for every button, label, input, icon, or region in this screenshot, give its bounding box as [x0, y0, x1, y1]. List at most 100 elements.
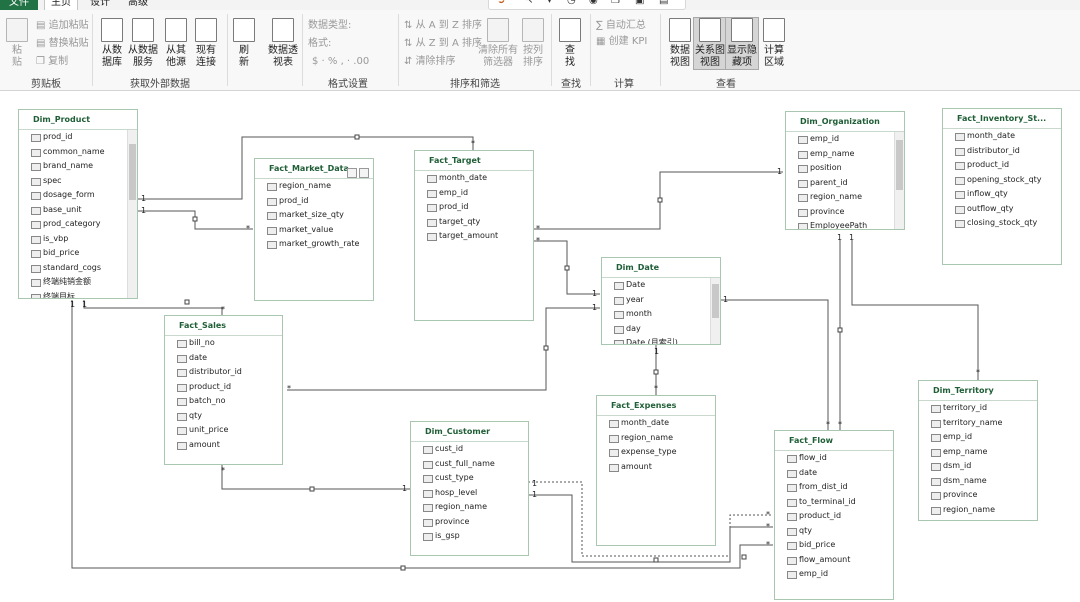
- from-database-button[interactable]: 从数 据库: [96, 18, 128, 69]
- scrollbar-thumb[interactable]: [129, 144, 136, 200]
- field[interactable]: emp_id: [786, 132, 904, 147]
- tab-design[interactable]: 设计: [90, 0, 120, 10]
- field[interactable]: qty: [775, 524, 893, 539]
- table-dim-date[interactable]: Dim_Date Date year month day Date (月索引): [601, 257, 721, 345]
- field[interactable]: flow_amount: [775, 553, 893, 568]
- paste-button[interactable]: 粘 贴: [2, 18, 32, 69]
- refresh-button[interactable]: 刷 新: [228, 18, 260, 69]
- field[interactable]: amount: [165, 438, 282, 453]
- copy-icon[interactable]: ❐: [611, 0, 620, 7]
- field[interactable]: from_dist_id: [775, 480, 893, 495]
- field[interactable]: month_date: [943, 129, 1061, 144]
- field[interactable]: day: [602, 322, 720, 337]
- field[interactable]: is_vbp: [19, 232, 137, 247]
- field[interactable]: standard_cogs: [19, 261, 137, 276]
- field[interactable]: bid_price: [775, 538, 893, 553]
- diagram-view-button[interactable]: 关系图 视图: [693, 17, 727, 70]
- field[interactable]: qty: [165, 409, 282, 424]
- field[interactable]: prod_category: [19, 217, 137, 232]
- field[interactable]: bill_no: [165, 336, 282, 351]
- field[interactable]: cust_id: [411, 442, 528, 457]
- table-fact-sales[interactable]: Fact_Sales bill_no date distributor_id p…: [164, 315, 283, 465]
- field[interactable]: emp_name: [919, 445, 1037, 460]
- field[interactable]: outflow_qty: [943, 202, 1061, 217]
- field[interactable]: market_growth_rate: [255, 237, 373, 252]
- field[interactable]: to_terminal_id: [775, 495, 893, 510]
- field[interactable]: distributor_id: [165, 365, 282, 380]
- field[interactable]: emp_id: [919, 430, 1037, 445]
- field[interactable]: 终端纯销金额: [19, 275, 137, 290]
- field[interactable]: dsm_id: [919, 459, 1037, 474]
- field[interactable]: month: [602, 307, 720, 322]
- table-dim-customer[interactable]: Dim_Customer cust_id cust_full_name cust…: [410, 421, 529, 556]
- field[interactable]: region_name: [255, 179, 373, 194]
- clear-sort-button[interactable]: ⇵ 清除排序: [404, 56, 456, 68]
- table-dim-product[interactable]: Dim_Product prod_id common_name brand_na…: [18, 109, 138, 299]
- field[interactable]: unit_price: [165, 423, 282, 438]
- clear-filters-button[interactable]: 清除所有 筛选器: [478, 18, 518, 69]
- pivot-table-button[interactable]: 数据透 视表: [266, 18, 300, 69]
- replace-paste-button[interactable]: ▤ 替换粘贴: [36, 38, 89, 50]
- field[interactable]: emp_name: [786, 147, 904, 162]
- number-format-buttons[interactable]: $ · % , ‧ .00: [312, 56, 369, 68]
- tab-file[interactable]: 文件: [0, 0, 38, 10]
- field[interactable]: prod_id: [415, 200, 533, 215]
- calc-area-button[interactable]: 计算 区域: [758, 18, 790, 69]
- table-fact-expenses[interactable]: Fact_Expenses month_date region_name exp…: [596, 395, 716, 546]
- sort-za-button[interactable]: ⇅ 从 Z 到 A 排序: [404, 38, 482, 50]
- existing-connections-button[interactable]: 现有 连接: [190, 18, 222, 69]
- field[interactable]: month_date: [415, 171, 533, 186]
- field[interactable]: territory_name: [919, 416, 1037, 431]
- field[interactable]: month_date: [597, 416, 715, 431]
- field[interactable]: Date (月索引): [602, 336, 720, 344]
- field[interactable]: region_name: [786, 190, 904, 205]
- pointer-icon[interactable]: ↖: [525, 0, 533, 7]
- field[interactable]: opening_stock_qty: [943, 173, 1061, 188]
- sort-az-button[interactable]: ⇅ 从 A 到 Z 排序: [404, 20, 482, 32]
- field[interactable]: amount: [597, 460, 715, 475]
- format-dropdown[interactable]: 格式:: [308, 38, 331, 50]
- data-type-dropdown[interactable]: 数据类型:: [308, 20, 351, 32]
- field[interactable]: expense_type: [597, 445, 715, 460]
- field[interactable]: emp_id: [415, 186, 533, 201]
- field[interactable]: hosp_level: [411, 486, 528, 501]
- field[interactable]: distributor_id: [943, 144, 1061, 159]
- field[interactable]: province: [786, 205, 904, 220]
- show-hidden-button[interactable]: 显示隐 藏项: [725, 17, 759, 70]
- table-fact-flow[interactable]: Fact_Flow flow_id date from_dist_id to_t…: [774, 430, 894, 600]
- copy-button[interactable]: ❐ 复制: [36, 56, 68, 68]
- field[interactable]: bid_price: [19, 246, 137, 261]
- table-scrollbar[interactable]: [710, 278, 720, 344]
- field[interactable]: region_name: [597, 431, 715, 446]
- field[interactable]: parent_id: [786, 176, 904, 191]
- table-fact-inventory[interactable]: Fact_Inventory_St... month_date distribu…: [942, 108, 1062, 265]
- field[interactable]: closing_stock_qty: [943, 216, 1061, 231]
- field[interactable]: is_gsp: [411, 529, 528, 544]
- field[interactable]: year: [602, 293, 720, 308]
- field[interactable]: base_unit: [19, 203, 137, 218]
- append-paste-button[interactable]: ▤ 追加粘贴: [36, 20, 89, 32]
- field[interactable]: province: [919, 488, 1037, 503]
- field[interactable]: EmployeePath: [786, 219, 904, 229]
- field[interactable]: brand_name: [19, 159, 137, 174]
- field[interactable]: emp_id: [775, 567, 893, 582]
- field[interactable]: territory_id: [919, 401, 1037, 416]
- tab-home[interactable]: 主页: [44, 0, 78, 10]
- history-icon[interactable]: ◷: [567, 0, 576, 7]
- create-kpi-button[interactable]: ▦ 创建 KPI: [596, 36, 647, 48]
- table-fact-target[interactable]: Fact_Target month_date emp_id prod_id ta…: [414, 150, 534, 321]
- field[interactable]: date: [775, 466, 893, 481]
- table-dim-territory[interactable]: Dim_Territory territory_id territory_nam…: [918, 380, 1038, 521]
- field[interactable]: product_id: [165, 380, 282, 395]
- table-scrollbar[interactable]: [894, 132, 904, 229]
- lock-icon[interactable]: ◉: [589, 0, 598, 7]
- tab-advanced[interactable]: 高级: [128, 0, 158, 10]
- field[interactable]: inflow_qty: [943, 187, 1061, 202]
- field[interactable]: market_size_qty: [255, 208, 373, 223]
- autosum-button[interactable]: ∑ 自动汇总: [596, 20, 646, 32]
- table-icon[interactable]: [347, 168, 357, 178]
- find-button[interactable]: 查 找: [554, 18, 586, 69]
- table-fact-market-data[interactable]: Fact_Market_Data region_name prod_id mar…: [254, 158, 374, 301]
- field[interactable]: date: [165, 351, 282, 366]
- field[interactable]: product_id: [943, 158, 1061, 173]
